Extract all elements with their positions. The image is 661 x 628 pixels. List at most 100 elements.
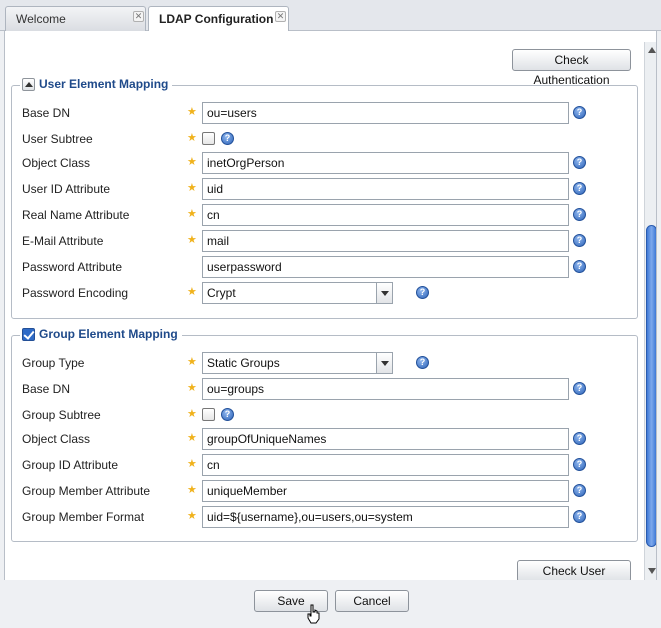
help-icon[interactable]: ? <box>573 260 586 273</box>
email-attribute-row: E-Mail Attribute ★ mail ? <box>12 230 639 256</box>
group-type-label: Group Type <box>22 356 85 370</box>
help-icon[interactable]: ? <box>221 408 234 421</box>
user-object-class-label: Object Class <box>22 156 91 170</box>
group-base-dn-row: Base DN ★ ou=groups ? <box>12 378 639 404</box>
group-id-attribute-input[interactable]: cn <box>202 454 569 476</box>
user-element-mapping-title: User Element Mapping <box>39 77 169 91</box>
required-star-icon: ★ <box>187 234 197 246</box>
help-icon[interactable]: ? <box>573 432 586 445</box>
group-type-select[interactable]: Static Groups <box>202 352 393 374</box>
group-mapping-enabled-checkbox[interactable] <box>22 327 35 341</box>
group-subtree-row: Group Subtree ★ ? <box>12 404 639 430</box>
cancel-button[interactable]: Cancel <box>335 590 409 612</box>
tab-welcome[interactable]: Welcome ✕ <box>5 6 146 31</box>
ldap-configuration-panel: Check Authentication User Element Mappin… <box>4 31 657 580</box>
check-authentication-button[interactable]: Check Authentication <box>512 49 631 87</box>
user-object-class-row: Object Class ★ inetOrgPerson ? <box>12 152 639 178</box>
help-icon[interactable]: ? <box>416 356 429 369</box>
help-icon[interactable]: ? <box>573 382 586 395</box>
real-name-attribute-input[interactable]: cn <box>202 204 569 226</box>
user-element-mapping-section: User Element Mapping Base DN ★ ou=users … <box>11 77 639 319</box>
scroll-down-icon[interactable] <box>645 564 656 577</box>
collapse-icon[interactable] <box>22 77 35 91</box>
group-member-attribute-label: Group Member Attribute <box>22 484 151 498</box>
required-star-icon: ★ <box>187 458 197 470</box>
user-base-dn-input[interactable]: ou=users <box>202 102 569 124</box>
user-object-class-input[interactable]: inetOrgPerson <box>202 152 569 174</box>
user-id-attribute-input[interactable]: uid <box>202 178 569 200</box>
group-member-format-input[interactable]: uid=${username},ou=users,ou=system <box>202 506 569 528</box>
user-subtree-row: User Subtree ★ ? <box>12 128 639 154</box>
group-member-attribute-input[interactable]: uniqueMember <box>202 480 569 502</box>
group-subtree-label: Group Subtree <box>22 408 101 422</box>
tab-bar: Welcome ✕ LDAP Configuration ✕ <box>0 0 661 32</box>
check-user-mapping-button[interactable]: Check User Mapping <box>517 560 631 580</box>
password-encoding-value: Crypt <box>207 286 236 300</box>
chevron-down-icon[interactable] <box>376 283 392 303</box>
help-icon[interactable]: ? <box>573 208 586 221</box>
user-element-mapping-legend: User Element Mapping <box>20 77 173 91</box>
group-base-dn-label: Base DN <box>22 382 71 396</box>
email-attribute-input[interactable]: mail <box>202 230 569 252</box>
password-attribute-label: Password Attribute <box>22 260 123 274</box>
scroll-up-icon[interactable] <box>645 44 656 57</box>
user-subtree-label: User Subtree <box>22 132 93 146</box>
required-star-icon: ★ <box>187 382 197 394</box>
vertical-scrollbar[interactable] <box>644 42 656 580</box>
footer-bar: Save Cancel <box>4 580 657 628</box>
required-star-icon: ★ <box>187 510 197 522</box>
group-object-class-row: Object Class ★ groupOfUniqueNames ? <box>12 428 639 454</box>
group-base-dn-input[interactable]: ou=groups <box>202 378 569 400</box>
help-icon[interactable]: ? <box>573 510 586 523</box>
tab-ldap-configuration-label: LDAP Configuration <box>159 12 274 26</box>
required-star-icon: ★ <box>187 484 197 496</box>
required-star-icon: ★ <box>187 106 197 118</box>
help-icon[interactable]: ? <box>573 156 586 169</box>
chevron-down-icon[interactable] <box>376 353 392 373</box>
close-icon[interactable]: ✕ <box>275 11 286 22</box>
group-member-attribute-row: Group Member Attribute ★ uniqueMember ? <box>12 480 639 506</box>
user-subtree-checkbox[interactable] <box>202 132 215 145</box>
password-encoding-select[interactable]: Crypt <box>202 282 393 304</box>
scroll-thumb[interactable] <box>646 225 656 547</box>
group-element-mapping-section: Group Element Mapping Group Type ★ Stati… <box>11 327 639 542</box>
email-attribute-label: E-Mail Attribute <box>22 234 104 248</box>
password-attribute-row: Password Attribute userpassword ? <box>12 256 639 282</box>
group-subtree-checkbox[interactable] <box>202 408 215 421</box>
help-icon[interactable]: ? <box>573 484 586 497</box>
help-icon[interactable]: ? <box>573 458 586 471</box>
group-type-value: Static Groups <box>207 356 280 370</box>
password-encoding-row: Password Encoding ★ Crypt ? <box>12 282 639 308</box>
tab-welcome-label: Welcome <box>16 12 66 26</box>
help-icon[interactable]: ? <box>573 182 586 195</box>
group-id-attribute-label: Group ID Attribute <box>22 458 119 472</box>
required-star-icon: ★ <box>187 156 197 168</box>
group-member-format-row: Group Member Format ★ uid=${username},ou… <box>12 506 639 532</box>
help-icon[interactable]: ? <box>221 132 234 145</box>
required-star-icon: ★ <box>187 286 197 298</box>
tab-ldap-configuration[interactable]: LDAP Configuration ✕ <box>148 6 289 32</box>
help-icon[interactable]: ? <box>573 234 586 247</box>
help-icon[interactable]: ? <box>416 286 429 299</box>
required-star-icon: ★ <box>187 132 197 144</box>
real-name-attribute-row: Real Name Attribute ★ cn ? <box>12 204 639 230</box>
group-member-format-label: Group Member Format <box>22 510 145 524</box>
user-id-attribute-label: User ID Attribute <box>22 182 111 196</box>
required-star-icon: ★ <box>187 182 197 194</box>
user-base-dn-row: Base DN ★ ou=users ? <box>12 102 639 128</box>
group-element-mapping-legend: Group Element Mapping <box>20 327 182 341</box>
required-star-icon: ★ <box>187 208 197 220</box>
required-star-icon: ★ <box>187 408 197 420</box>
group-element-mapping-title: Group Element Mapping <box>39 327 178 341</box>
password-attribute-input[interactable]: userpassword <box>202 256 569 278</box>
group-type-row: Group Type ★ Static Groups ? <box>12 352 639 378</box>
hand-cursor-icon <box>307 604 320 624</box>
required-star-icon: ★ <box>187 356 197 368</box>
close-icon[interactable]: ✕ <box>133 11 144 22</box>
real-name-attribute-label: Real Name Attribute <box>22 208 130 222</box>
group-id-attribute-row: Group ID Attribute ★ cn ? <box>12 454 639 480</box>
group-object-class-input[interactable]: groupOfUniqueNames <box>202 428 569 450</box>
user-base-dn-label: Base DN <box>22 106 71 120</box>
help-icon[interactable]: ? <box>573 106 586 119</box>
password-encoding-label: Password Encoding <box>22 286 129 300</box>
